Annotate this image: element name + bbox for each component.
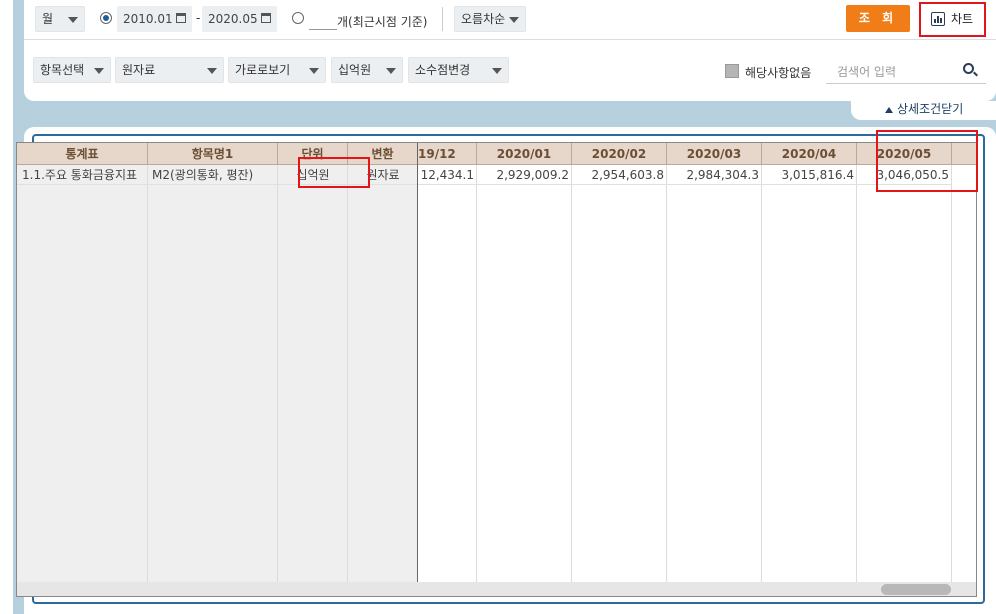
date-to-field[interactable]: 2020.05	[202, 6, 277, 32]
cell-value[interactable]: 2,954,603.8	[572, 165, 667, 185]
triangle-up-icon	[885, 107, 893, 113]
column-bg	[477, 165, 572, 596]
date-from-field[interactable]: 2010.01	[117, 6, 192, 32]
calendar-icon[interactable]	[176, 13, 186, 23]
raw-data-dropdown[interactable]: 원자료	[115, 57, 224, 83]
range-radio[interactable]	[100, 12, 112, 24]
item-select-dropdown[interactable]: 항목선택	[33, 57, 111, 83]
sort-select[interactable]: 오름차순	[454, 6, 526, 32]
cell-value[interactable]: 3,015,816.4	[762, 165, 857, 185]
date-from-value: 2010.01	[123, 12, 173, 26]
header-period[interactable]: 2020/04	[762, 143, 857, 165]
column-bg	[17, 165, 148, 596]
header-period[interactable]: 2020/01	[477, 143, 572, 165]
highlight-unit-box	[298, 157, 370, 188]
date-to-value: 2020.05	[208, 12, 258, 26]
data-grid: 통계표 항목명1 단위 변환 19/12 2020/01 2020/02 202…	[16, 142, 977, 597]
collapse-label: 상세조건닫기	[897, 102, 964, 116]
search-placeholder: 검색어 입력	[837, 65, 897, 79]
header-period[interactable]: 19/12	[418, 143, 477, 165]
no-match-label: 해당사항없음	[745, 66, 812, 80]
view-mode-value: 가로로보기	[235, 63, 291, 77]
period-unit-value: 월	[42, 12, 54, 26]
recent-radio[interactable]	[292, 12, 304, 24]
query-button[interactable]: 조 회	[846, 5, 910, 32]
header-item[interactable]: 항목명1	[148, 143, 278, 165]
bar-chart-icon	[931, 12, 945, 26]
divider	[442, 7, 443, 31]
chevron-down-icon	[492, 68, 502, 74]
no-match-checkbox[interactable]	[725, 64, 739, 78]
cell-stat-table[interactable]: 1.1.주요 통화금융지표	[17, 165, 148, 185]
calendar-icon[interactable]	[261, 13, 271, 23]
recent-count-input[interactable]	[309, 10, 337, 30]
column-bg	[148, 165, 278, 596]
filter-row-period: 월 2010.01 - 2020.05 개(최근시점 기준) 오름차순 조 회	[24, 0, 996, 40]
recent-label: 개(최근시점 기준)	[337, 15, 428, 29]
column-bg	[667, 165, 762, 596]
decimal-value: 소수점변경	[415, 63, 471, 77]
chart-button[interactable]: 차트	[919, 2, 986, 37]
column-bg	[348, 165, 418, 596]
filter-card: 월 2010.01 - 2020.05 개(최근시점 기준) 오름차순 조 회	[24, 0, 996, 101]
highlight-latest-box	[876, 130, 978, 192]
horizontal-scrollbar[interactable]	[17, 582, 976, 596]
chevron-down-icon	[94, 68, 104, 74]
item-select-value: 항목선택	[40, 63, 85, 77]
column-bg	[572, 165, 667, 596]
header-period[interactable]: 2020/03	[667, 143, 762, 165]
column-bg	[418, 165, 477, 596]
unit-value: 십억원	[338, 63, 372, 77]
chevron-down-icon	[68, 17, 78, 23]
decimal-dropdown[interactable]: 소수점변경	[408, 57, 509, 83]
cell-item[interactable]: M2(광의통화, 평잔)	[148, 165, 278, 185]
date-separator: -	[196, 11, 201, 25]
chevron-down-icon	[309, 68, 319, 74]
chevron-down-icon	[509, 17, 519, 23]
chevron-down-icon	[386, 68, 396, 74]
scrollbar-thumb[interactable]	[881, 584, 951, 595]
view-mode-dropdown[interactable]: 가로로보기	[228, 57, 326, 83]
sort-value: 오름차순	[461, 12, 506, 26]
raw-data-value: 원자료	[122, 63, 156, 77]
cell-value[interactable]: 2,984,304.3	[667, 165, 762, 185]
period-unit-select[interactable]: 월	[35, 6, 85, 32]
column-bg	[857, 165, 952, 596]
left-margin	[0, 0, 13, 614]
search-icon[interactable]	[963, 63, 974, 74]
column-bg	[762, 165, 857, 596]
header-period[interactable]: 2020/02	[572, 143, 667, 165]
unit-dropdown[interactable]: 십억원	[331, 57, 403, 83]
cell-value[interactable]: 12,434.1	[418, 165, 477, 185]
chart-button-label: 차트	[951, 12, 974, 26]
header-stat-table[interactable]: 통계표	[17, 143, 148, 165]
column-bg	[278, 165, 348, 596]
chevron-down-icon	[207, 68, 217, 74]
collapse-details-tab[interactable]: 상세조건닫기	[851, 101, 996, 120]
cell-value[interactable]: 2,929,009.2	[477, 165, 572, 185]
frozen-column-divider	[417, 143, 418, 596]
